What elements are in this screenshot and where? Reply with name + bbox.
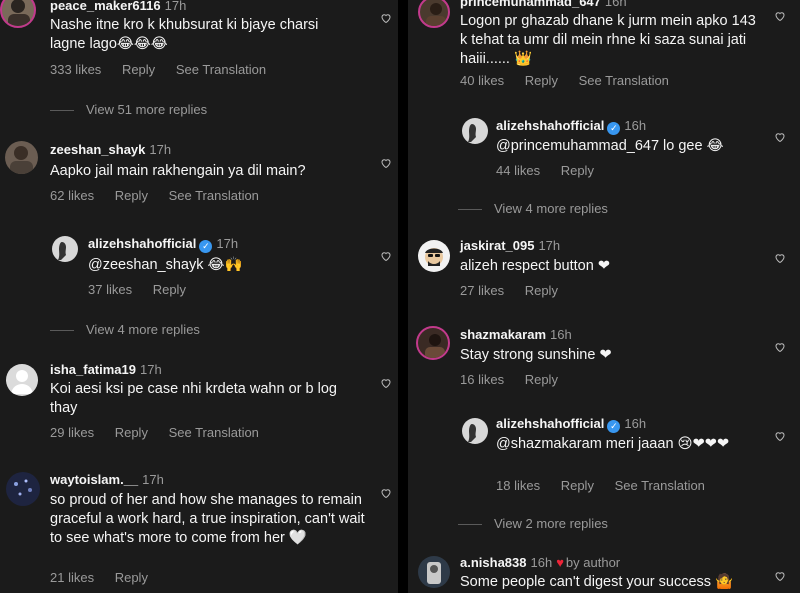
comment-meta: 333 likes Reply See Translation — [50, 62, 283, 77]
comment-username[interactable]: alizehshahofficial ✓ 16h — [496, 416, 646, 433]
avatar[interactable] — [6, 364, 38, 396]
reply-button[interactable]: Reply — [525, 283, 558, 298]
reply-button[interactable]: Reply — [561, 163, 594, 178]
comment-meta: 37 likes Reply — [88, 282, 203, 297]
verified-badge-icon: ✓ — [607, 420, 621, 433]
reply-button[interactable]: Reply — [153, 282, 186, 297]
left-comments-panel[interactable]: peace_maker6116 17h Nashe itne kro k khub… — [0, 0, 398, 593]
comment-username[interactable]: shazmakaram 16h — [460, 327, 572, 342]
liked-by-author-heart-icon: ♥ — [556, 555, 564, 570]
comment-text: alizeh respect button ❤ — [460, 258, 610, 274]
comment-username[interactable]: alizehshahofficial ✓ 17h — [88, 236, 238, 253]
likes-count[interactable]: 333 likes — [50, 62, 101, 77]
comment-meta: 18 likes Reply See Translation — [496, 478, 722, 493]
avatar[interactable] — [418, 0, 450, 28]
view-more-replies-button[interactable]: View 4 more replies — [50, 322, 200, 337]
comment-username[interactable]: princemuhammad_647 16h — [460, 0, 627, 9]
comment-meta: 29 likes Reply See Translation — [50, 425, 276, 440]
avatar[interactable] — [418, 556, 450, 588]
comment-username[interactable]: alizehshahofficial ✓ 16h — [496, 118, 646, 135]
view-more-replies-button[interactable]: View 51 more replies — [50, 102, 207, 117]
reply-button[interactable]: Reply — [115, 570, 148, 585]
likes-count[interactable]: 37 likes — [88, 282, 132, 297]
comment-text: Some people can't digest your success 🤷 — [460, 574, 734, 590]
comment-username[interactable]: zeeshan_shayk 17h — [50, 142, 171, 157]
heart-outline-icon[interactable] — [380, 157, 392, 169]
heart-outline-icon[interactable] — [380, 377, 392, 389]
avatar[interactable] — [5, 141, 38, 174]
heart-outline-icon[interactable] — [774, 10, 786, 22]
comment-text: Nashe itne kro k khubsurat ki bjaye char… — [50, 17, 319, 52]
heart-outline-icon[interactable] — [380, 12, 392, 24]
likes-count[interactable]: 16 likes — [460, 372, 504, 387]
heart-outline-icon[interactable] — [774, 430, 786, 442]
likes-count[interactable]: 21 likes — [50, 570, 94, 585]
view-more-replies-button[interactable]: View 2 more replies — [458, 516, 608, 531]
heart-outline-icon[interactable] — [774, 341, 786, 353]
comment-username[interactable]: peace_maker6116 17h — [50, 0, 186, 13]
reply-button[interactable]: Reply — [122, 62, 155, 77]
avatar[interactable] — [462, 418, 488, 444]
comment-meta: 21 likes Reply — [50, 570, 165, 585]
comment-text: Logon pr ghazab dhane k jurm mein apko 1… — [460, 13, 756, 67]
heart-outline-icon[interactable] — [774, 252, 786, 264]
comment-text: @shazmakaram meri jaaan 😢❤❤❤ — [496, 436, 730, 452]
likes-count[interactable]: 18 likes — [496, 478, 540, 493]
comment-text: @princemuhammad_647 lo gee 😂 — [496, 138, 724, 154]
avatar[interactable] — [418, 240, 450, 272]
reply-button[interactable]: Reply — [561, 478, 594, 493]
avatar[interactable] — [0, 0, 36, 28]
avatar[interactable] — [416, 326, 450, 360]
comment-text: Stay strong sunshine ❤ — [460, 347, 612, 363]
likes-count[interactable]: 29 likes — [50, 425, 94, 440]
see-translation-button[interactable]: See Translation — [176, 62, 266, 77]
verified-badge-icon: ✓ — [607, 122, 621, 135]
heart-outline-icon[interactable] — [380, 487, 392, 499]
right-comments-panel[interactable]: princemuhammad_647 16h Logon pr ghazab dh… — [408, 0, 800, 593]
comment-username[interactable]: jaskirat_095 17h — [460, 238, 560, 253]
reply-button[interactable]: Reply — [525, 73, 558, 88]
heart-outline-icon[interactable] — [380, 250, 392, 262]
comment-text: @zeeshan_shayk 😂🙌 — [88, 257, 243, 273]
reply-button[interactable]: Reply — [115, 188, 148, 203]
likes-count[interactable]: 40 likes — [460, 73, 504, 88]
comment-meta: 62 likes Reply See Translation — [50, 188, 276, 203]
heart-outline-icon[interactable] — [774, 570, 786, 582]
comment-username[interactable]: isha_fatima19 17h — [50, 362, 162, 377]
comment-meta: 44 likes Reply — [496, 163, 611, 178]
comment-text: Aapko jail main rakhengain ya dil main? — [50, 163, 306, 179]
comment-username[interactable]: a.nisha838 16h ♥ by author — [460, 555, 620, 570]
comment-text: so proud of her and how she manages to r… — [50, 492, 365, 546]
heart-outline-icon[interactable] — [774, 131, 786, 143]
see-translation-button[interactable]: See Translation — [169, 188, 259, 203]
comment-meta: 40 likes Reply See Translation — [460, 73, 686, 88]
comment-username[interactable]: waytoislam.__ 17h — [50, 472, 164, 487]
avatar[interactable] — [6, 472, 40, 506]
reply-button[interactable]: Reply — [525, 372, 558, 387]
comment-meta: 16 likes Reply — [460, 372, 575, 387]
likes-count[interactable]: 44 likes — [496, 163, 540, 178]
avatar[interactable] — [462, 118, 488, 144]
likes-count[interactable]: 27 likes — [460, 283, 504, 298]
comment-text: Koi aesi ksi pe case nhi krdeta wahn or … — [50, 381, 337, 416]
comment-meta: 27 likes Reply — [460, 283, 575, 298]
see-translation-button[interactable]: See Translation — [579, 73, 669, 88]
see-translation-button[interactable]: See Translation — [615, 478, 705, 493]
verified-badge-icon: ✓ — [199, 240, 213, 253]
reply-button[interactable]: Reply — [115, 425, 148, 440]
view-more-replies-button[interactable]: View 4 more replies — [458, 201, 608, 216]
likes-count[interactable]: 62 likes — [50, 188, 94, 203]
see-translation-button[interactable]: See Translation — [169, 425, 259, 440]
avatar[interactable] — [52, 236, 78, 262]
